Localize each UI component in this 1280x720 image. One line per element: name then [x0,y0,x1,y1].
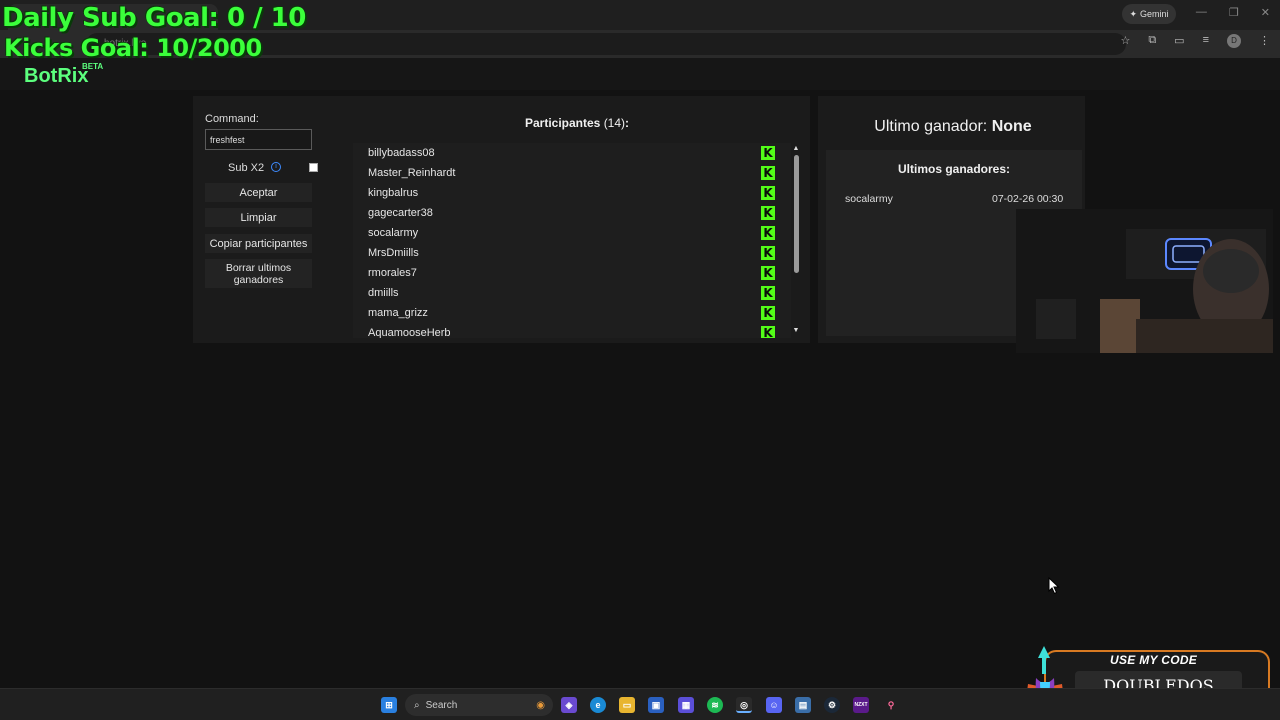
streaming-app-icon[interactable]: ▤ [795,697,811,713]
command-label: Command: [205,113,259,125]
participant-row: AquamooseHerb K [353,323,791,338]
beta-badge: BETA [82,62,104,71]
star-icon[interactable]: ☆ [1120,34,1130,48]
participant-name: dmiills [368,287,399,299]
nzxt-icon[interactable]: NZXT [853,697,869,713]
participant-row: Master_Reinhardt K [353,163,791,183]
search-highlight-icon: ◉ [536,699,545,711]
participants-scrollbar[interactable]: ▲ ▼ [791,143,801,338]
participant-row: billybadass08 K [353,143,791,163]
copilot-icon[interactable]: ◈ [561,697,577,713]
participant-row: kingbalrus K [353,183,791,203]
participants-colon: : [625,116,630,130]
participant-row: MrsDmiills K [353,243,791,263]
participant-row: socalarmy K [353,223,791,243]
participant-name: billybadass08 [368,147,435,159]
participant-name: kingbalrus [368,187,419,199]
profile-avatar[interactable]: D [1227,34,1241,48]
extensions-icon[interactable]: ⧉ [1148,34,1156,48]
discord-icon[interactable]: ☺ [766,697,782,713]
winner-date: 07-02-26 00:30 [992,193,1064,205]
participant-name: rmorales7 [368,267,417,279]
webcam-overlay [1016,209,1273,353]
kick-icon: K [761,226,775,240]
pin-app-icon[interactable]: ⚲ [883,697,899,713]
participant-name: gagecarter38 [368,207,433,219]
winner-name: socalarmy [845,193,893,205]
daily-sub-goal: Daily Sub Goal: 0 / 10 [2,3,306,33]
screen: ✦ Gemini — ❐ ✕ botrix.live ☆ ⧉ ▭ ≡ D ⋮ B… [0,0,1280,720]
command-input[interactable] [205,129,312,150]
scroll-down-icon[interactable]: ▼ [791,327,801,334]
mouse-cursor-icon [1048,577,1060,595]
toolbar-icons: ☆ ⧉ ▭ ≡ D ⋮ [1120,34,1270,48]
participant-row: gagecarter38 K [353,203,791,223]
kicks-goal: Kicks Goal: 10/2000 [4,34,262,62]
sub-x2-checkbox[interactable] [309,163,318,172]
sparkle-icon: ✦ [1129,8,1138,19]
info-icon[interactable]: i [271,162,281,172]
taskbar-search-label: Search [425,699,458,711]
participants-title: Participantes (14): [352,116,802,130]
kick-icon: K [761,166,775,180]
kick-icon: K [761,206,775,220]
accept-button[interactable]: Aceptar [205,183,312,202]
gemini-label: Gemini [1140,9,1169,19]
steam-icon[interactable]: ⚙ [824,697,840,713]
participants-heading: Participantes [524,116,601,130]
windows-start-icon[interactable]: ⊞ [381,697,397,713]
erase-winners-button[interactable]: Borrar ultimos ganadores [205,259,312,288]
sub-x2-label: Sub X2 [228,162,265,174]
kick-icon: K [761,146,775,160]
scroll-thumb[interactable] [794,155,799,273]
kick-icon: K [761,306,775,320]
participant-name: socalarmy [368,227,419,239]
media-icon[interactable]: ≡ [1203,34,1209,48]
store-icon[interactable]: ▣ [648,697,664,713]
menu-icon[interactable]: ⋮ [1259,34,1270,48]
chrome-icon[interactable]: ◎ [736,697,752,713]
app-header [0,58,1280,90]
clear-button[interactable]: Limpiar [205,208,312,227]
taskbar-search[interactable]: ⌕ Search ◉ [405,694,553,716]
participants-list[interactable]: billybadass08 K Master_Reinhardt Kkingbalru… [353,143,791,338]
webcam-image [1016,209,1273,353]
close-icon[interactable]: ✕ [1261,6,1270,19]
participant-row: rmorales7 K [353,263,791,283]
spotify-icon[interactable]: ≋ [707,697,723,713]
participants-count: (14) [603,116,626,130]
participant-row: mama_grizz K [353,303,791,323]
search-icon: ⌕ [414,699,420,711]
participant-name: MrsDmiills [368,247,419,259]
participant-name: AquamooseHerb [368,327,451,338]
last-winner-label: Ultimo ganador: [874,118,988,135]
taskbar: ⊞ ⌕ Search ◉ ◈ e ▭ ▣ ▦ ≋ ◎ ☺ ▤ ⚙ NZXT ⚲ [0,688,1280,720]
scroll-up-icon[interactable]: ▲ [791,145,801,152]
winners-list-title: Ultimos ganadores: [897,162,1011,176]
kick-icon: K [761,326,775,338]
maximize-icon[interactable]: ❐ [1229,6,1239,19]
edge-icon[interactable]: e [590,697,606,713]
kick-icon: K [761,186,775,200]
kick-icon: K [761,266,775,280]
cast-icon[interactable]: ▭ [1174,34,1184,48]
participant-name: mama_grizz [368,307,428,319]
window-controls: — ❐ ✕ [1196,6,1270,19]
file-explorer-icon[interactable]: ▭ [619,697,635,713]
promo-title: USE MY CODE [1110,653,1198,667]
gemini-button[interactable]: ✦ Gemini [1122,4,1176,24]
kick-icon: K [761,246,775,260]
last-winner: Ultimo ganador: None [818,118,1088,136]
participant-name: Master_Reinhardt [368,167,456,179]
brand-logo[interactable]: BotRix [24,65,88,88]
copy-participants-button[interactable]: Copiar participantes [205,234,312,253]
last-winner-value: None [991,118,1032,135]
participant-row: dmiills K [353,283,791,303]
app-grid-icon[interactable]: ▦ [678,697,694,713]
minimize-icon[interactable]: — [1196,6,1207,19]
kick-icon: K [761,286,775,300]
